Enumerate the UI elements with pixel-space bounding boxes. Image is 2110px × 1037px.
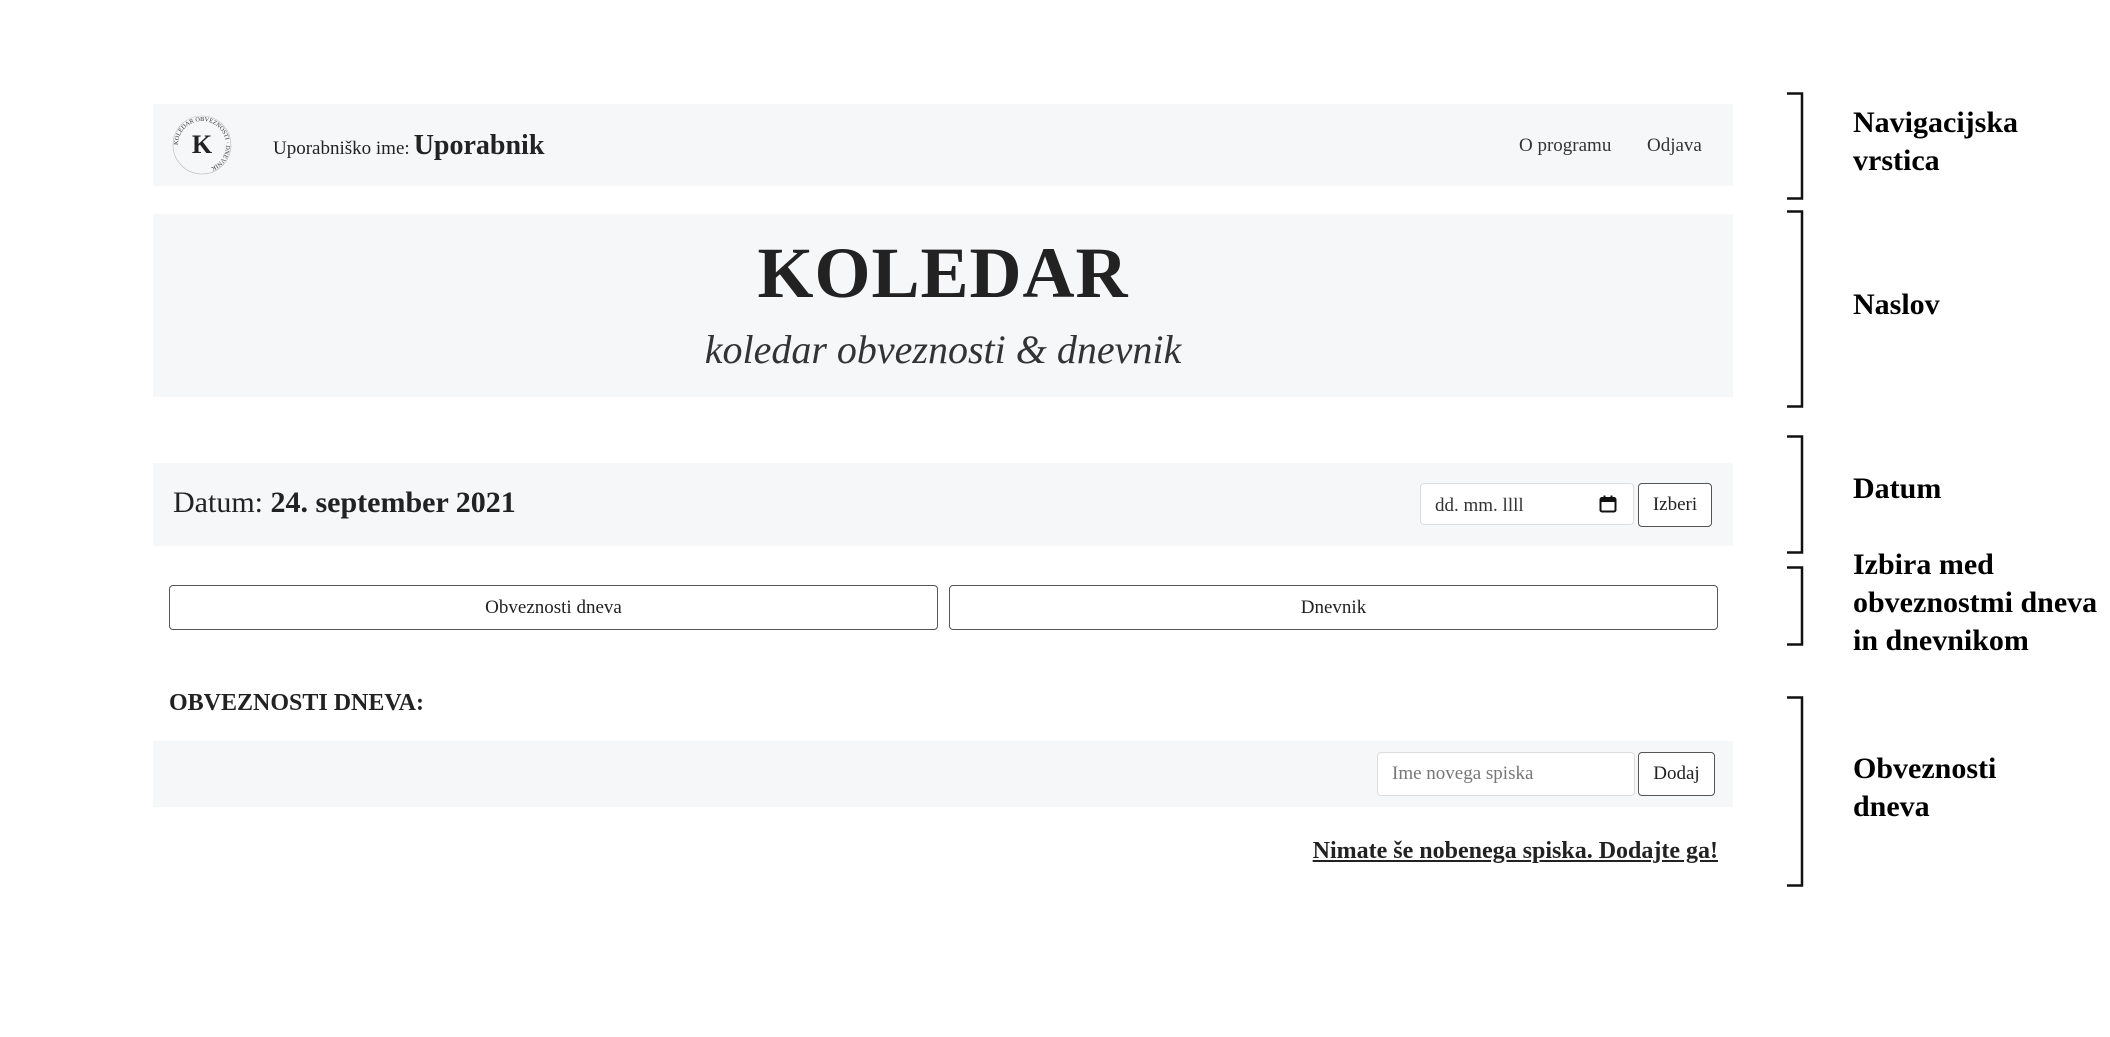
annotation-obligations: Obveznosti dneva	[1853, 750, 1996, 826]
bracket-obligations	[1785, 696, 1805, 887]
date-bar: Datum: 24. september 2021 dd. mm. llll I…	[153, 463, 1733, 546]
about-link[interactable]: O programu	[1519, 135, 1611, 157]
date-label: Datum:	[173, 486, 263, 519]
add-list-bar: Dodaj	[153, 741, 1733, 807]
annotation-date: Datum	[1853, 470, 1941, 508]
tab-diary[interactable]: Dnevnik	[949, 585, 1718, 630]
date-value: 24. september 2021	[270, 486, 516, 519]
page-header: KOLEDAR koledar obveznosti & dnevnik	[153, 214, 1733, 397]
annotation-choice-line: in dnevnikom	[1853, 624, 2029, 657]
annotation-navbar: Navigacijska vrstica	[1853, 104, 2018, 180]
annotation-title-line: Naslov	[1853, 288, 1940, 321]
select-date-button[interactable]: Izberi	[1638, 483, 1712, 527]
annotation-obligations-line: dneva	[1853, 790, 1930, 823]
bracket-choice	[1785, 566, 1805, 646]
tab-obligations[interactable]: Obveznosti dneva	[169, 585, 938, 630]
username-label: Uporabniško ime:	[273, 138, 410, 159]
logout-link[interactable]: Odjava	[1647, 135, 1702, 157]
logo-letter: K	[192, 130, 213, 159]
bracket-title	[1785, 210, 1805, 408]
annotation-navbar-line: vrstica	[1853, 144, 1940, 177]
annotation-obligations-line: Obveznosti	[1853, 752, 1997, 785]
annotation-choice-line: obveznostmi dneva	[1853, 586, 2098, 619]
date-picker-input[interactable]: dd. mm. llll	[1420, 483, 1634, 525]
annotation-choice: Izbira med obveznostmi dneva in dnevniko…	[1853, 546, 2097, 660]
user-info: Uporabniško ime: Uporabnik	[273, 130, 544, 162]
calendar-icon[interactable]	[1599, 495, 1617, 513]
annotation-choice-line: Izbira med	[1853, 548, 1994, 581]
current-date: Datum: 24. september 2021	[173, 486, 516, 520]
logo-emblem: KOLEDAR OBVEZNOSTI · DNEVNIK K	[172, 115, 232, 175]
empty-lists-link[interactable]: Nimate še nobenega spiska. Dodajte ga!	[1313, 838, 1718, 865]
page-title: KOLEDAR	[757, 233, 1129, 313]
add-list-button[interactable]: Dodaj	[1638, 752, 1715, 796]
new-list-input[interactable]	[1377, 752, 1635, 796]
bracket-navbar	[1785, 92, 1805, 200]
annotation-title: Naslov	[1853, 286, 1940, 324]
date-input-placeholder: dd. mm. llll	[1435, 495, 1524, 516]
annotation-navbar-line: Navigacijska	[1853, 106, 2018, 139]
navbar: KOLEDAR OBVEZNOSTI · DNEVNIK K Uporabniš…	[153, 104, 1733, 186]
page-subtitle: koledar obveznosti & dnevnik	[704, 327, 1182, 372]
username: Uporabnik	[413, 130, 545, 161]
annotation-date-line: Datum	[1853, 472, 1942, 505]
obligations-heading: OBVEZNOSTI DNEVA:	[169, 690, 424, 716]
logo[interactable]: KOLEDAR OBVEZNOSTI · DNEVNIK K	[171, 114, 233, 176]
bracket-date	[1785, 435, 1805, 554]
